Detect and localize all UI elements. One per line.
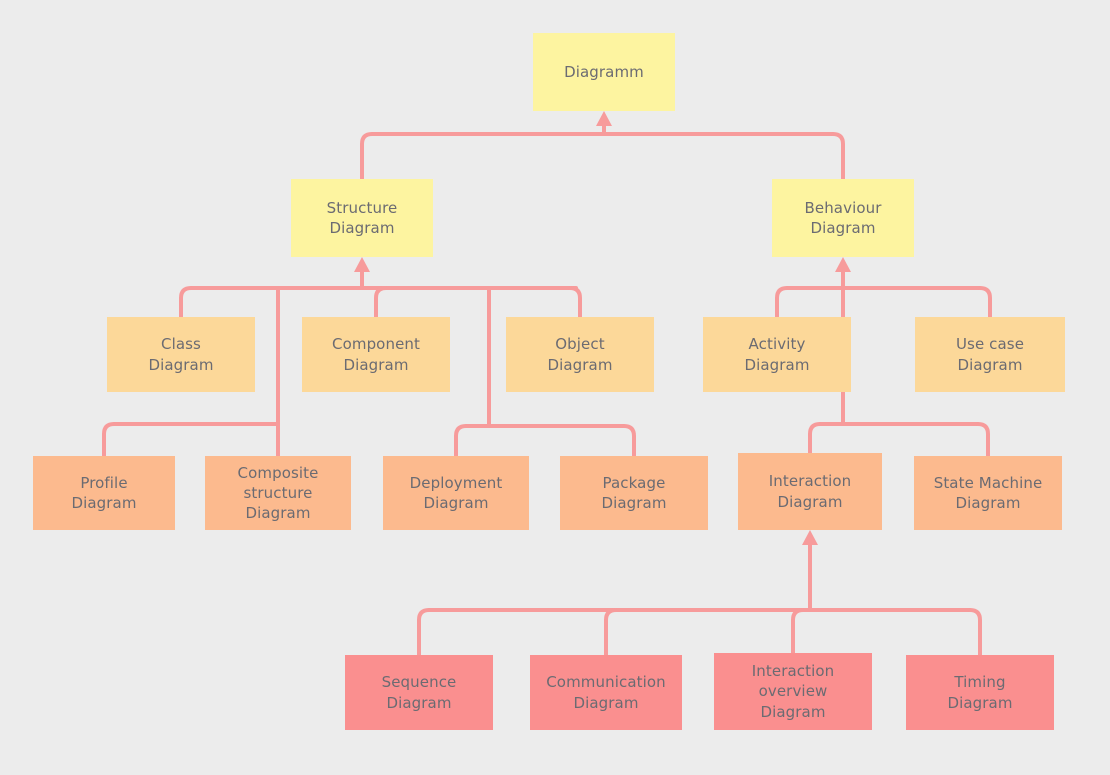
node-object[interactable]: Object Diagram [506, 317, 654, 392]
node-deployment[interactable]: Deployment Diagram [383, 456, 529, 530]
connector-branch-interaction-0 [417, 608, 431, 657]
connector-branch-package [622, 424, 636, 458]
node-communication[interactable]: Communication Diagram [530, 655, 682, 730]
connector-branch-interaction-3 [968, 608, 982, 657]
connector-branch-root-1 [831, 132, 845, 181]
node-composite[interactable]: Composite structure Diagram [205, 456, 351, 530]
node-statemachine[interactable]: State Machine Diagram [914, 456, 1062, 530]
node-structure[interactable]: Structure Diagram [291, 179, 433, 257]
connector-branch-deployment [454, 424, 468, 458]
node-class[interactable]: Class Diagram [107, 317, 255, 392]
arrowhead-behaviour [835, 257, 851, 272]
arrowhead-interaction [802, 530, 818, 545]
node-interaction_overview[interactable]: Interaction overview Diagram [714, 653, 872, 730]
arrowhead-structure [354, 257, 370, 272]
node-usecase[interactable]: Use case Diagram [915, 317, 1065, 392]
connector-branch-interaction-2 [791, 608, 805, 655]
connector-branch-usecase [978, 286, 992, 319]
arrowhead-root [596, 111, 612, 126]
node-activity[interactable]: Activity Diagram [703, 317, 851, 392]
node-timing[interactable]: Timing Diagram [906, 655, 1054, 730]
node-profile[interactable]: Profile Diagram [33, 456, 175, 530]
connector-branch-structure-class [179, 286, 193, 319]
connector-branch-activity [775, 286, 789, 319]
connector-branch-profile [102, 422, 116, 458]
node-package[interactable]: Package Diagram [560, 456, 708, 530]
node-interaction[interactable]: Interaction Diagram [738, 453, 882, 530]
node-diagramm[interactable]: Diagramm [533, 33, 675, 111]
connector-branch-interaction [808, 422, 822, 455]
connector-branch-structure-component [374, 286, 388, 319]
connector-branch-interaction-1 [604, 608, 618, 657]
connector-branch-root-0 [360, 132, 374, 181]
node-component[interactable]: Component Diagram [302, 317, 450, 392]
diagram-canvas: Diagramm Structure Diagram Behaviour Diagr… [0, 0, 1110, 775]
node-sequence[interactable]: Sequence Diagram [345, 655, 493, 730]
node-behaviour[interactable]: Behaviour Diagram [772, 179, 914, 257]
connector-branch-statemachine [976, 422, 990, 458]
connector-branch-structure-object [568, 286, 582, 319]
